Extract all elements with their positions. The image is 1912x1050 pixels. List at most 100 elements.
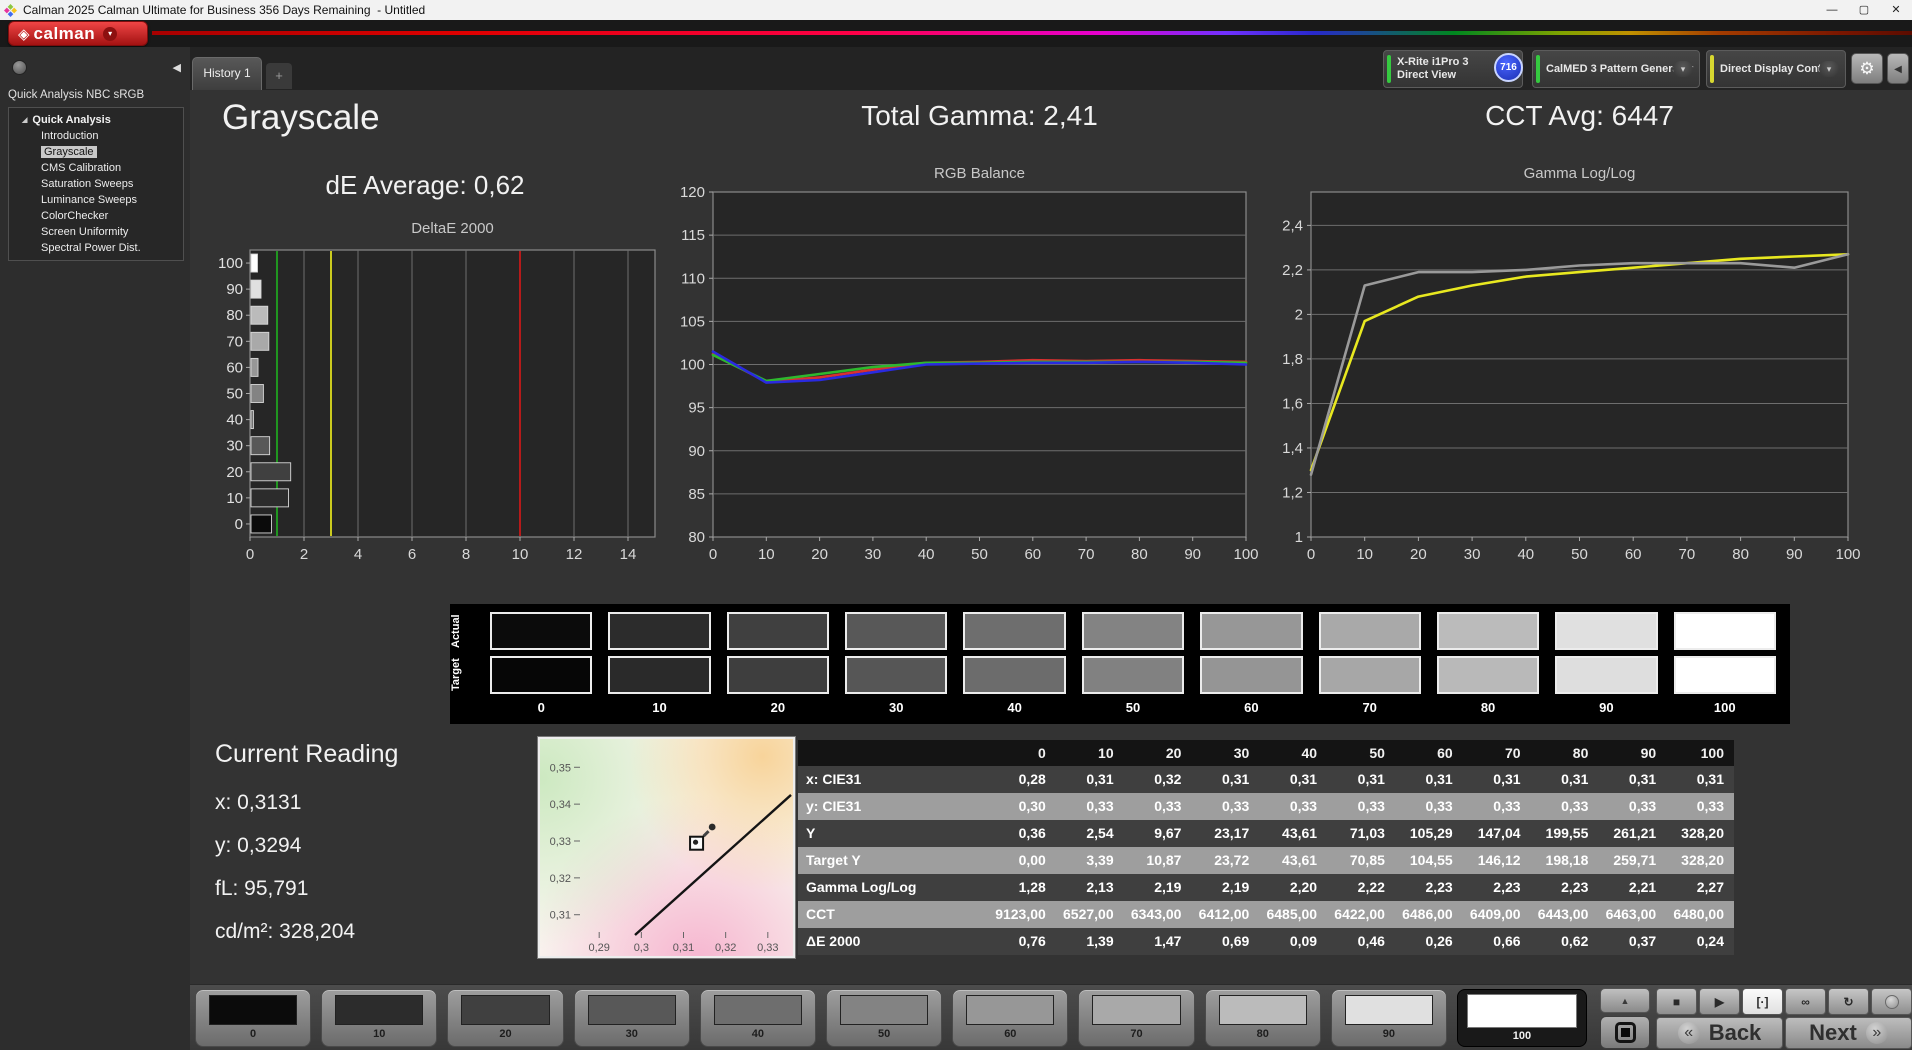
pattern-level-label: 40: [701, 1028, 815, 1040]
svg-text:90: 90: [688, 443, 705, 460]
table-cell: 0,33: [1191, 793, 1259, 820]
loop-button[interactable]: ↻: [1828, 988, 1869, 1015]
window-controls: — ▢ ✕: [1816, 0, 1912, 20]
status-indicator-button[interactable]: [1871, 988, 1912, 1015]
table-cell: 6485,00: [1259, 901, 1327, 928]
svg-text:0,31: 0,31: [550, 910, 571, 922]
table-column-header: 80: [1531, 740, 1599, 766]
pattern-button-80[interactable]: 80: [1205, 989, 1321, 1047]
sidebar-item-colorchecker[interactable]: ColorChecker: [9, 208, 183, 224]
pattern-level-label: 0: [196, 1028, 310, 1040]
minimize-button[interactable]: —: [1816, 0, 1848, 20]
gear-icon: ⚙: [1859, 59, 1874, 78]
pattern-level-label: 20: [448, 1028, 562, 1040]
meter-reading-badge: 716: [1494, 53, 1523, 82]
table-column-header: 30: [1191, 740, 1259, 766]
calman-menu-button[interactable]: ◈ calman ▾: [8, 21, 148, 46]
swatch-row-label-actual: Actual: [450, 612, 476, 650]
svg-text:60: 60: [1625, 546, 1642, 563]
tree-root-quick-analysis[interactable]: ◢Quick Analysis: [9, 113, 183, 128]
main-content: Grayscale dE Average: 0,62 Total Gamma: …: [190, 90, 1912, 984]
expand-toolbar-button[interactable]: ▲: [1600, 988, 1650, 1013]
table-column-header: 50: [1327, 740, 1395, 766]
table-column-header: 40: [1259, 740, 1327, 766]
sidebar-item-cms-calibration[interactable]: CMS Calibration: [9, 160, 183, 176]
chevron-left-icon: ◀: [1894, 64, 1902, 75]
pattern-button-50[interactable]: 50: [826, 989, 942, 1047]
stop-pattern-button[interactable]: [1600, 1016, 1650, 1049]
single-measure-icon: [·]: [1757, 995, 1769, 1009]
sidebar-item-saturation-sweeps[interactable]: Saturation Sweeps: [9, 176, 183, 192]
svg-text:80: 80: [688, 529, 705, 546]
sidebar-item-luminance-sweeps[interactable]: Luminance Sweeps: [9, 192, 183, 208]
table-cell: 6486,00: [1395, 901, 1463, 928]
display-control-dropdown[interactable]: Direct Display Control ▾: [1706, 50, 1846, 88]
reading-y: y: 0,3294: [215, 824, 398, 867]
pattern-swatch: [335, 995, 423, 1025]
tab-history-1[interactable]: History 1: [192, 57, 262, 90]
back-button[interactable]: « Back: [1656, 1017, 1783, 1049]
pattern-swatch: [1219, 995, 1307, 1025]
pattern-level-label: 30: [575, 1028, 689, 1040]
add-tab-button[interactable]: +: [266, 63, 292, 89]
table-cell: 0,33: [1124, 793, 1192, 820]
svg-text:1,4: 1,4: [1282, 440, 1303, 457]
cct-average-value: CCT Avg: 6447: [1311, 100, 1848, 132]
pattern-button-30[interactable]: 30: [574, 989, 690, 1047]
pattern-button-10[interactable]: 10: [321, 989, 437, 1047]
sidebar-item-screen-uniformity[interactable]: Screen Uniformity: [9, 224, 183, 240]
svg-text:0: 0: [246, 546, 254, 563]
svg-text:80: 80: [1732, 546, 1749, 563]
table-column-header: 100: [1666, 740, 1734, 766]
close-button[interactable]: ✕: [1880, 0, 1912, 20]
swatch-level-label: 40: [963, 700, 1065, 718]
sidebar-item-spectral-power-dist-[interactable]: Spectral Power Dist.: [9, 240, 183, 256]
sidebar-pin-button[interactable]: [12, 60, 27, 75]
pattern-button-40[interactable]: 40: [700, 989, 816, 1047]
table-cell: 6480,00: [1666, 901, 1734, 928]
sidebar-item-grayscale[interactable]: Grayscale: [9, 144, 183, 160]
swatch-level-label: 10: [608, 700, 710, 718]
stop-button[interactable]: ■: [1656, 988, 1697, 1015]
calman-window: Calman 2025 Calman Ultimate for Business…: [0, 0, 1912, 1050]
calman-diamond-icon: ◈: [18, 25, 30, 43]
swatch-row-label-target: Target: [450, 656, 476, 694]
svg-text:30: 30: [226, 438, 243, 455]
workflow-title: Quick Analysis NBC sRGB: [8, 89, 144, 101]
pattern-button-20[interactable]: 20: [447, 989, 563, 1047]
single-measure-button[interactable]: [·]: [1742, 988, 1783, 1015]
pattern-level-label: 100: [1458, 1030, 1586, 1042]
loop-icon: ↻: [1843, 995, 1853, 1009]
table-cell: 0,76: [988, 928, 1056, 955]
sidebar-item-introduction[interactable]: Introduction: [9, 128, 183, 144]
collapse-panel-button[interactable]: ◀: [1887, 53, 1909, 84]
table-cell: 23,17: [1191, 820, 1259, 847]
sidebar-collapse-button[interactable]: ◀: [173, 61, 181, 74]
pattern-button-70[interactable]: 70: [1078, 989, 1194, 1047]
target-swatch-10: [608, 656, 710, 694]
table-cell: 2,23: [1395, 874, 1463, 901]
continuous-measure-button[interactable]: ∞: [1785, 988, 1826, 1015]
pattern-button-100[interactable]: 100: [1457, 989, 1587, 1047]
swatch-level-label: 0: [490, 700, 592, 718]
play-button[interactable]: ▶: [1699, 988, 1740, 1015]
next-button[interactable]: Next »: [1785, 1017, 1912, 1049]
pattern-button-0[interactable]: 0: [195, 989, 311, 1047]
pattern-generator-dropdown[interactable]: CalMED 3 Pattern Generator ▾: [1532, 50, 1700, 88]
pattern-button-60[interactable]: 60: [952, 989, 1068, 1047]
target-swatch-100: [1674, 656, 1776, 694]
svg-text:0: 0: [709, 546, 717, 563]
svg-text:30: 30: [1464, 546, 1481, 563]
table-cell: 1,28: [988, 874, 1056, 901]
pattern-button-90[interactable]: 90: [1331, 989, 1447, 1047]
table-cell: 6463,00: [1598, 901, 1666, 928]
swatch-level-label: 100: [1674, 700, 1776, 718]
maximize-button[interactable]: ▢: [1848, 0, 1880, 20]
table-cell: 0,46: [1327, 928, 1395, 955]
settings-gear-button[interactable]: ⚙: [1851, 53, 1883, 84]
table-cell: 0,33: [1598, 793, 1666, 820]
swatch-level-label: 90: [1555, 700, 1657, 718]
table-cell: 2,19: [1191, 874, 1259, 901]
svg-text:70: 70: [1078, 546, 1095, 563]
table-cell: 6412,00: [1191, 901, 1259, 928]
